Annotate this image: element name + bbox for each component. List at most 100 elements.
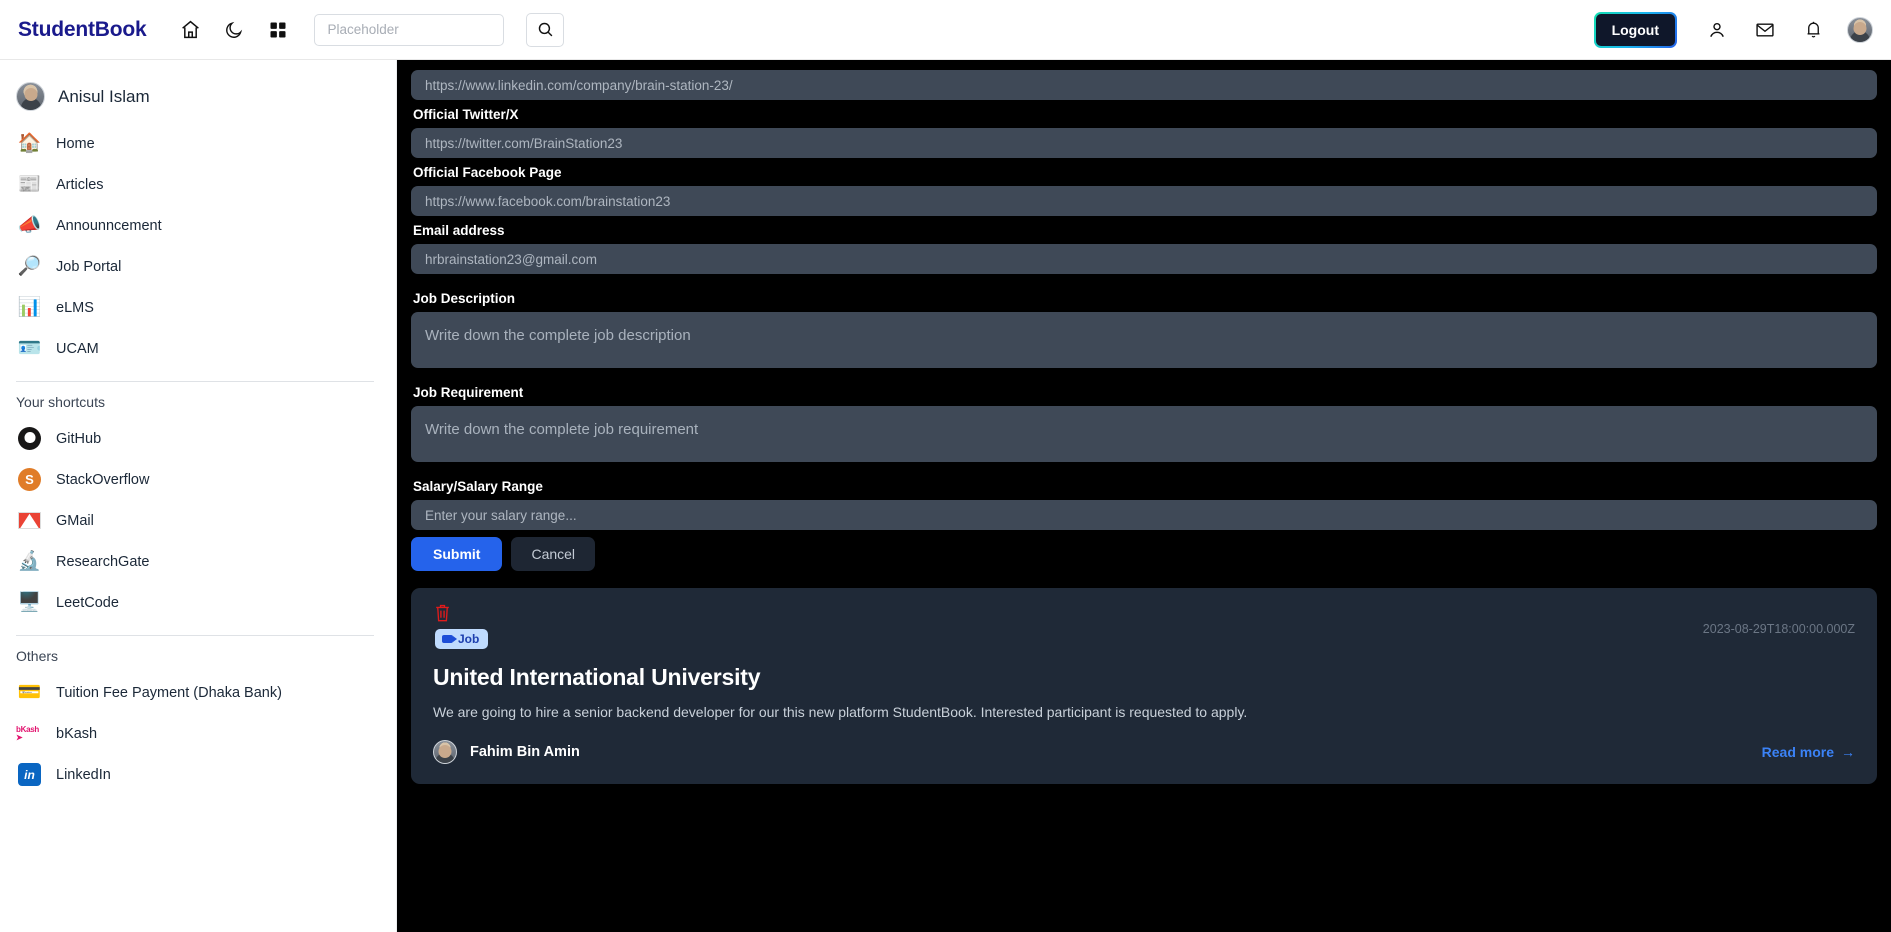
sidebar-item-label: Articles	[56, 176, 104, 193]
status-badge-label: Job	[458, 632, 480, 646]
bell-icon[interactable]	[1791, 10, 1835, 50]
logout-button[interactable]: Logout	[1594, 12, 1677, 48]
sidebar-item-linkedin[interactable]: in LinkedIn	[14, 754, 378, 795]
sidebar-item-label: ResearchGate	[56, 553, 150, 570]
credit-card-icon: 💳	[17, 682, 42, 703]
post-timestamp: 2023-08-29T18:00:00.000Z	[1702, 622, 1855, 636]
post-title: United International University	[433, 664, 761, 690]
cancel-button[interactable]: Cancel	[511, 537, 596, 571]
sidebar-item-researchgate[interactable]: 🔬 ResearchGate	[14, 541, 378, 582]
facebook-label: Official Facebook Page	[413, 165, 562, 180]
sidebar-item-label: eLMS	[56, 299, 94, 316]
salary-placeholder: Enter your salary range...	[425, 507, 577, 523]
sidebar-item-label: Job Portal	[56, 258, 122, 275]
job-post-card: Job 2023-08-29T18:00:00.000Z United Inte…	[411, 588, 1877, 784]
job-badge-icon	[442, 635, 457, 643]
github-icon	[16, 425, 43, 452]
sidebar-item-label: Tuition Fee Payment (Dhaka Bank)	[56, 684, 282, 701]
page-body: Anisul Islam 🏠 Home 📰 Articles 📣 Announn…	[0, 60, 1891, 932]
sidebar-item-job-portal[interactable]: 🔎 Job Portal	[14, 246, 378, 287]
sidebar-item-label: LeetCode	[56, 594, 119, 611]
facebook-field[interactable]: https://www.facebook.com/brainstation23	[411, 186, 1877, 216]
top-header: StudentBook Logout	[0, 0, 1891, 60]
job-requirement-placeholder: Write down the complete job requirement	[425, 421, 699, 438]
moon-icon[interactable]	[212, 10, 256, 50]
sidebar-item-label: GitHub	[56, 430, 102, 447]
sidebar-item-label: Home	[56, 135, 95, 152]
linkedin-field[interactable]: https://www.linkedin.com/company/brain-s…	[411, 70, 1877, 100]
grid-icon[interactable]	[256, 10, 300, 50]
submit-button[interactable]: Submit	[411, 537, 503, 571]
stackoverflow-icon: S	[16, 466, 43, 493]
sidebar-item-bkash[interactable]: bKash ➤ bKash	[14, 713, 378, 754]
avatar	[16, 82, 45, 111]
sidebar-item-announcement[interactable]: 📣 Announncement	[14, 205, 378, 246]
email-value: hrbrainstation23@gmail.com	[425, 251, 598, 267]
header-actions: Logout	[1594, 10, 1873, 50]
elms-icon: 📊	[17, 297, 42, 318]
arrow-right-icon: →	[1841, 744, 1855, 760]
post-footer: Fahim Bin Amin Read more →	[433, 740, 1855, 764]
facebook-value: https://www.facebook.com/brainstation23	[425, 193, 671, 209]
sidebar-user-name: Anisul Islam	[58, 86, 150, 106]
card-header: Job 2023-08-29T18:00:00.000Z	[433, 602, 1855, 649]
microscope-icon: 🔬	[17, 551, 42, 572]
monitor-icon: 🖥️	[17, 592, 42, 613]
search-button[interactable]	[526, 12, 565, 47]
email-label: Email address	[413, 223, 505, 238]
search-input[interactable]	[314, 13, 505, 46]
app-logo[interactable]: StudentBook	[18, 18, 147, 42]
megaphone-icon: 📣	[17, 215, 42, 236]
job-post-form: https://www.linkedin.com/company/brain-s…	[397, 70, 1891, 581]
trash-icon[interactable]	[433, 602, 452, 624]
sidebar-item-github[interactable]: GitHub	[14, 418, 378, 459]
post-author: Fahim Bin Amin	[470, 744, 580, 760]
twitter-label: Official Twitter/X	[413, 107, 519, 122]
salary-input[interactable]: Enter your salary range...	[411, 500, 1877, 530]
gmail-icon	[16, 507, 43, 534]
sidebar-item-label: Announncement	[56, 217, 162, 234]
house-icon: 🏠	[17, 133, 42, 154]
sidebar-item-articles[interactable]: 📰 Articles	[14, 164, 378, 205]
home-icon[interactable]	[168, 10, 212, 50]
job-requirement-textarea[interactable]: Write down the complete job requirement	[411, 406, 1877, 462]
sidebar-item-home[interactable]: 🏠 Home	[14, 123, 378, 164]
linkedin-value: https://www.linkedin.com/company/brain-s…	[425, 77, 733, 93]
mail-icon[interactable]	[1743, 10, 1787, 50]
sidebar-item-label: LinkedIn	[56, 766, 111, 783]
twitter-value: https://twitter.com/BrainStation23	[425, 135, 623, 151]
shortcuts-heading: Your shortcuts	[16, 394, 105, 410]
sidebar-item-label: StackOverflow	[56, 471, 150, 488]
bkash-icon: bKash ➤	[16, 724, 39, 742]
sidebar-item-stackoverflow[interactable]: S StackOverflow	[14, 459, 378, 500]
sidebar-item-elms[interactable]: 📊 eLMS	[14, 287, 378, 328]
job-requirement-label: Job Requirement	[413, 385, 524, 400]
sidebar-item-tuition-fee-payment[interactable]: 💳 Tuition Fee Payment (Dhaka Bank)	[14, 672, 378, 713]
sidebar: Anisul Islam 🏠 Home 📰 Articles 📣 Announn…	[0, 60, 397, 932]
sidebar-item-gmail[interactable]: GMail	[14, 500, 378, 541]
divider	[16, 381, 374, 382]
status-badge: Job	[435, 629, 489, 649]
read-more-link[interactable]: Read more →	[1762, 744, 1855, 760]
sidebar-item-label: GMail	[56, 512, 94, 529]
newspaper-icon: 📰	[17, 174, 42, 195]
twitter-field[interactable]: https://twitter.com/BrainStation23	[411, 128, 1877, 158]
sidebar-item-label: bKash	[56, 725, 98, 742]
user-icon[interactable]	[1695, 10, 1739, 50]
job-description-textarea[interactable]: Write down the complete job description	[411, 312, 1877, 368]
avatar[interactable]	[1847, 16, 1873, 43]
email-field[interactable]: hrbrainstation23@gmail.com	[411, 244, 1877, 274]
app-root: StudentBook Logout	[0, 0, 1891, 932]
sidebar-item-ucam[interactable]: 🪪 UCAM	[14, 328, 378, 369]
sidebar-item-leetcode[interactable]: 🖥️ LeetCode	[14, 582, 378, 623]
others-heading: Others	[16, 648, 59, 664]
post-description: We are going to hire a senior backend de…	[433, 704, 1248, 720]
job-description-label: Job Description	[413, 291, 516, 306]
sidebar-item-label: UCAM	[56, 340, 99, 357]
sidebar-profile[interactable]: Anisul Islam	[16, 82, 378, 111]
divider	[16, 635, 374, 636]
job-description-placeholder: Write down the complete job description	[425, 327, 691, 344]
linkedin-icon: in	[16, 761, 43, 788]
